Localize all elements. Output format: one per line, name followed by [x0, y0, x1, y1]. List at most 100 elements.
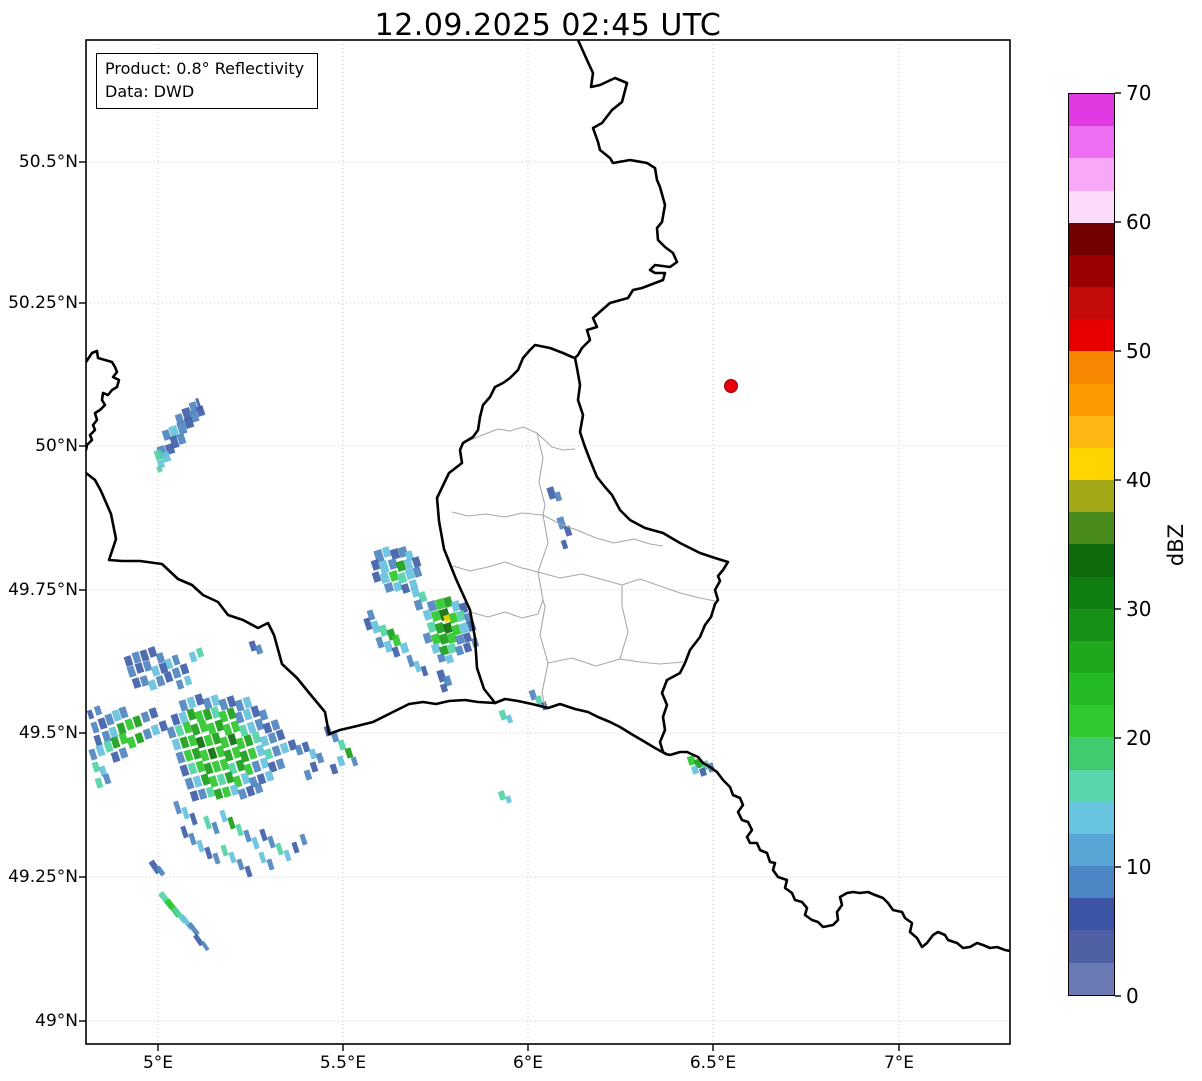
- colorbar-segment: [1069, 737, 1114, 770]
- radar-echo-cell: [266, 858, 275, 871]
- radar-echo-cell: [258, 851, 267, 864]
- radar-echo-cell: [308, 748, 318, 760]
- radar-echo-cell: [275, 758, 286, 770]
- district-border-path: [539, 606, 549, 707]
- district-border-path: [462, 426, 576, 451]
- district-border-path: [451, 511, 664, 547]
- radar-echo-cell: [180, 825, 189, 839]
- radar-echo-cell: [206, 722, 217, 735]
- colorbar-tick-label: 10: [1126, 855, 1152, 879]
- radar-echo-layer: [86, 397, 716, 952]
- colorbar-tick-label: 30: [1126, 597, 1152, 621]
- x-tick-label: 5.5°E: [319, 1053, 367, 1073]
- radar-echo-cell: [126, 665, 137, 678]
- radar-echo-cell: [199, 749, 210, 762]
- colorbar-segment: [1069, 512, 1114, 545]
- radar-echo-cell: [171, 667, 182, 679]
- colorbar-segment: [1069, 383, 1114, 416]
- radar-echo-cell: [237, 788, 248, 800]
- product-info-box: Product: 0.8° Reflectivity Data: DWD: [96, 53, 318, 110]
- radar-echo-cell: [179, 663, 190, 675]
- radar-echo-cell: [179, 736, 190, 749]
- y-tick-label: 49.75°N: [8, 580, 78, 600]
- radar-echo-cell: [434, 622, 446, 634]
- x-tick-label: 6.5°E: [689, 1053, 737, 1073]
- radar-echo-cell: [195, 736, 206, 749]
- radar-echo-cell: [192, 775, 203, 788]
- radar-echo-cell: [131, 677, 142, 689]
- colorbar-segment: [1069, 866, 1114, 899]
- radar-echo-cell: [148, 707, 159, 719]
- colorbar-tick-label: 70: [1126, 81, 1152, 105]
- colorbar-tick-label: 50: [1126, 339, 1152, 363]
- radar-echo-cell: [188, 651, 198, 663]
- radar-echo-cell: [171, 738, 182, 751]
- radar-echo-cell: [216, 773, 227, 786]
- y-tick-label: 50.25°N: [8, 293, 78, 313]
- radar-echo-cell: [251, 760, 262, 773]
- colorbar-segment: [1069, 705, 1114, 738]
- colorbar-unit-label: dBZ: [1164, 523, 1188, 567]
- radar-echo-cell: [243, 734, 254, 747]
- colorbar-segment: [1069, 351, 1114, 384]
- radar-echo-cell: [182, 721, 193, 734]
- colorbar-tick-label: 0: [1126, 984, 1139, 1008]
- radar-echo-cell: [497, 790, 507, 801]
- radar-echo-cell: [235, 823, 244, 837]
- radar-echo-cell: [391, 646, 401, 658]
- radar-echo-cell: [131, 651, 142, 664]
- radar-echo-cell: [234, 699, 245, 712]
- radar-echo-cell: [88, 748, 98, 761]
- y-tick-label: 49.25°N: [8, 867, 78, 887]
- colorbar-segment: [1069, 898, 1114, 931]
- radar-echo-cell: [213, 788, 224, 800]
- radar-echo-cell: [220, 844, 229, 857]
- radar-echo-cell: [399, 642, 410, 654]
- radar-echo-cell: [175, 679, 185, 690]
- radar-echo-cell: [208, 775, 219, 788]
- axis-tick-marks: [79, 161, 900, 1051]
- radar-echo-cell: [242, 708, 253, 721]
- radar-echo-cell: [262, 722, 273, 734]
- radar-echo-cell: [183, 749, 194, 762]
- district-border-path: [537, 514, 549, 608]
- radar-echo-cell: [142, 660, 153, 672]
- radar-echo-cell: [242, 696, 253, 709]
- radar-echo-cell: [191, 747, 202, 760]
- radar-echo-cell: [254, 644, 264, 655]
- radar-echo-cell: [336, 755, 346, 767]
- radar-echo-cell: [275, 842, 284, 856]
- colorbar-segment: [1069, 254, 1114, 288]
- radar-echo-cell: [139, 649, 150, 662]
- radar-echo-cell: [186, 708, 197, 721]
- colorbar-segment: [1069, 319, 1114, 352]
- radar-echo-cell: [375, 636, 385, 649]
- radar-echo-cell: [299, 833, 308, 846]
- x-tick-label: 6°E: [512, 1053, 544, 1073]
- radar-echo-cell: [283, 849, 292, 862]
- radar-echo-cell: [195, 647, 205, 658]
- radar-echo-cell: [95, 744, 106, 757]
- radar-echo-cell: [238, 724, 249, 737]
- radar-echo-cell: [150, 665, 161, 677]
- y-tick-label: 49.5°N: [18, 723, 78, 743]
- radar-echo-cell: [91, 761, 101, 773]
- radar-echo-cell: [267, 732, 278, 744]
- radar-echo-cell: [505, 795, 512, 804]
- radar-echo-cell: [271, 745, 282, 757]
- colorbar-segment: [1069, 833, 1114, 867]
- radar-echo-cell: [454, 645, 465, 656]
- radar-echo-cell: [498, 709, 508, 721]
- radar-echo-cell: [203, 762, 214, 775]
- radar-echo-cell: [279, 742, 290, 754]
- radar-echo-cell: [94, 777, 104, 789]
- district-border-path: [547, 657, 684, 667]
- radar-echo-cell: [246, 721, 257, 734]
- radar-echo-cell: [188, 832, 197, 846]
- radar-echo-cell: [505, 714, 514, 724]
- radar-echo-cell: [174, 724, 185, 737]
- radar-echo-cell: [181, 806, 190, 820]
- colorbar-tick-marks: [1115, 92, 1121, 997]
- radar-echo-cell: [218, 698, 229, 711]
- radar-echo-cell: [158, 720, 169, 732]
